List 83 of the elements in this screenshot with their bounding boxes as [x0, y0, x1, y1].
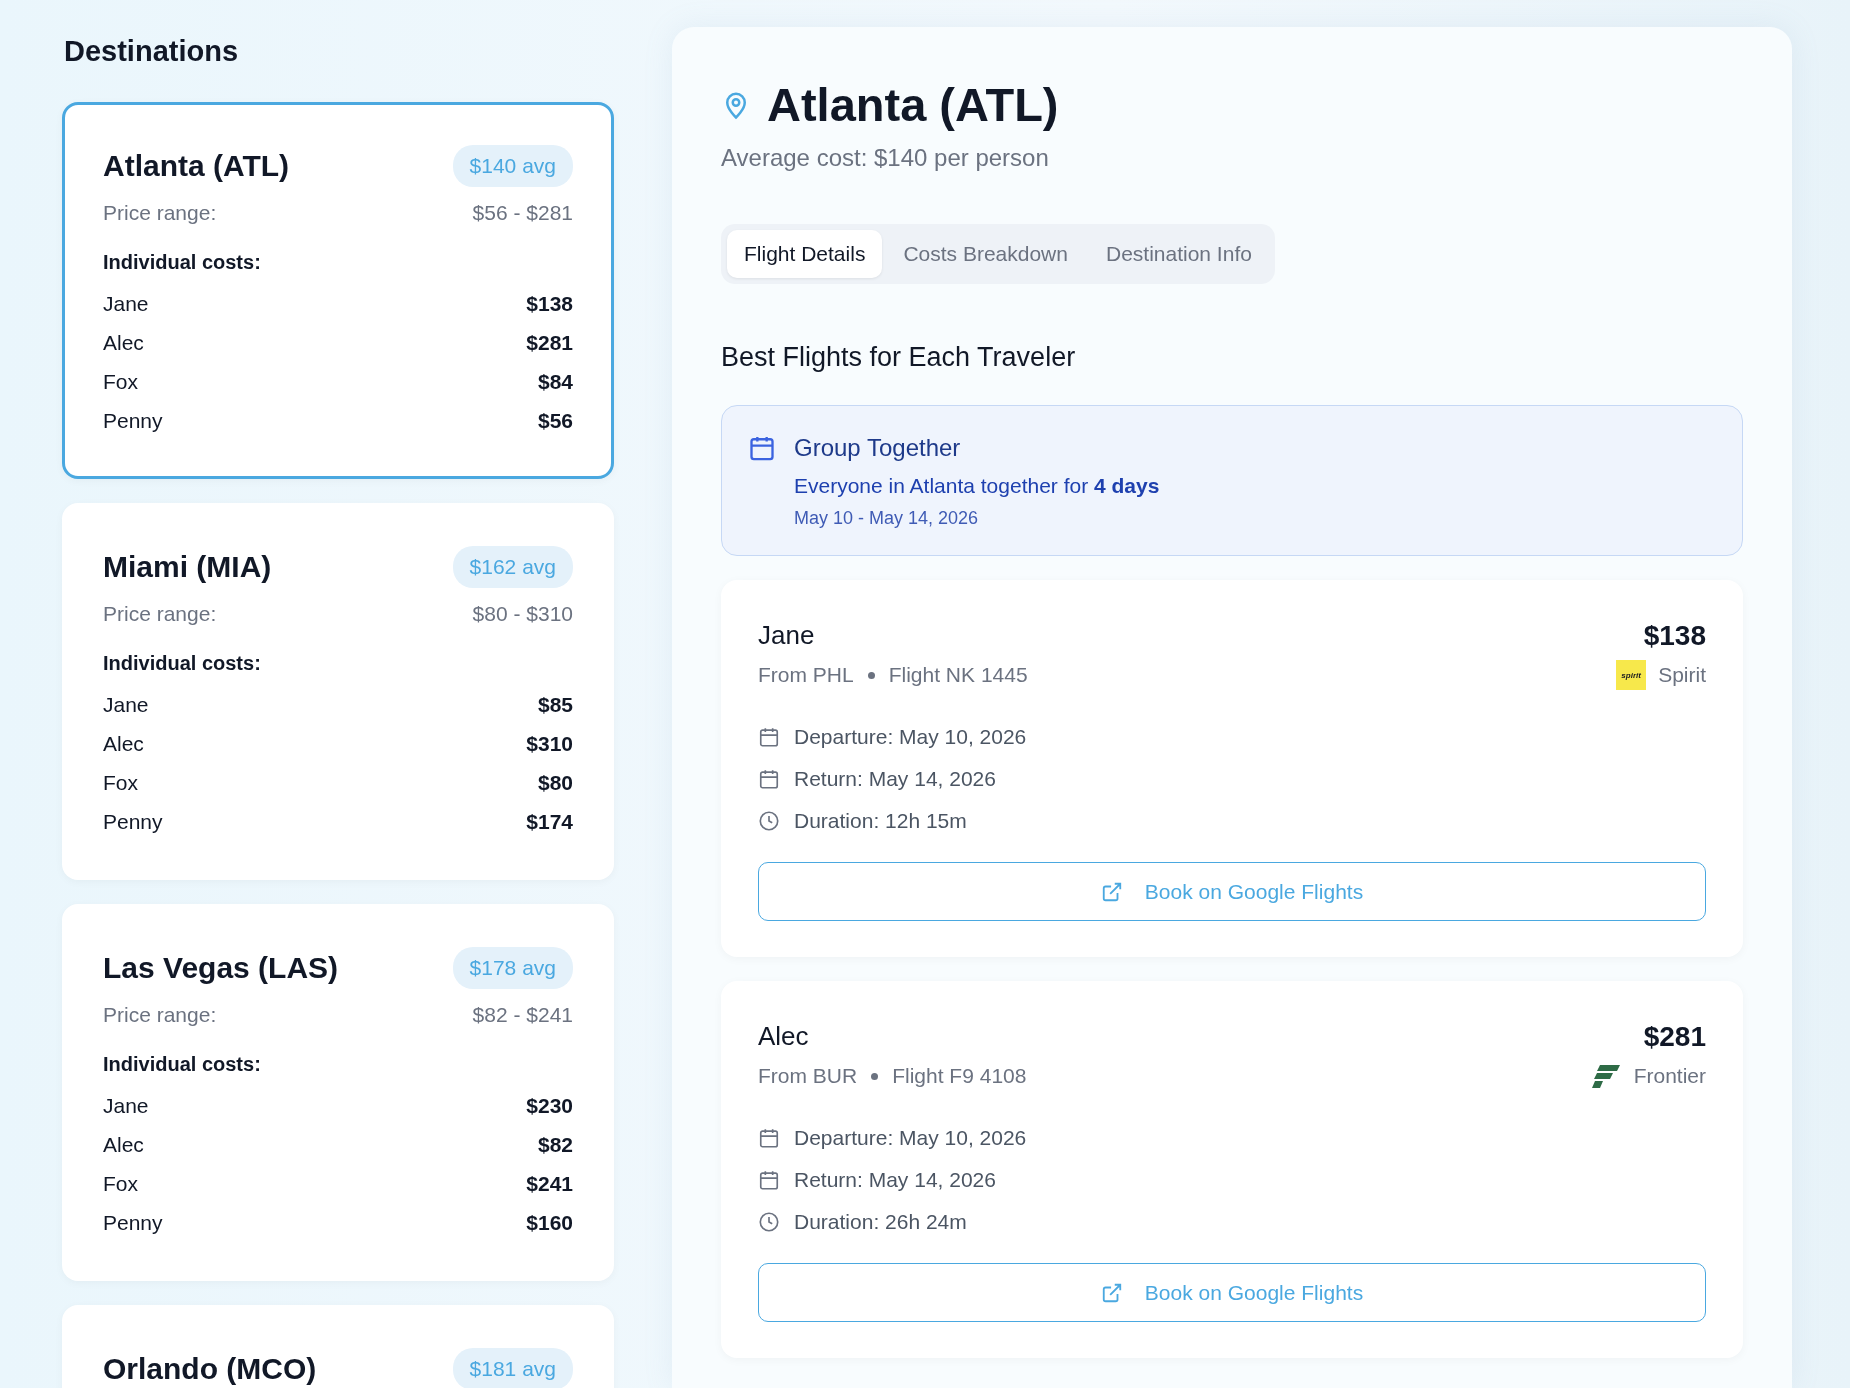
separator-dot-icon	[867, 671, 875, 679]
external-link-icon	[1100, 1281, 1123, 1304]
calendar-icon	[758, 726, 780, 748]
traveler-cost: $230	[526, 1093, 573, 1118]
traveler-cost: $138	[526, 291, 573, 316]
flight-number: Flight NK 1445	[888, 663, 1028, 687]
calendar-icon	[758, 1169, 780, 1191]
traveler-name: Alec	[103, 1132, 144, 1157]
section-title: Best Flights for Each Traveler	[721, 342, 1077, 373]
traveler-name: Alec	[103, 330, 144, 355]
return-date: Return: May 14, 2026	[794, 1168, 996, 1192]
traveler-name: Alec	[103, 731, 144, 756]
departure-date: Departure: May 10, 2026	[794, 1126, 1027, 1150]
calendar-icon	[758, 768, 780, 790]
traveler-name: Penny	[103, 809, 163, 834]
destination-name: Miami (MIA)	[103, 550, 272, 584]
traveler-cost: $174	[526, 809, 573, 834]
traveler-name: Fox	[103, 369, 138, 394]
traveler-name: Jane	[103, 1093, 149, 1118]
airline-logo: spirit	[1616, 660, 1647, 690]
origin-text: From PHL	[758, 663, 854, 687]
price-range-value: $82 - $241	[472, 1003, 573, 1027]
traveler-name: Fox	[103, 1171, 138, 1196]
traveler-name: Jane	[758, 620, 816, 651]
calendar-icon	[758, 1127, 780, 1149]
flight-price: $281	[1643, 1021, 1706, 1053]
tab[interactable]: Costs Breakdown	[886, 230, 1085, 278]
traveler-cost: $241	[526, 1171, 573, 1196]
price-range-label: Price range:	[103, 201, 217, 225]
flight-duration: Duration: 12h 15m	[794, 809, 967, 833]
clock-icon	[758, 810, 780, 832]
traveler-name: Jane	[103, 291, 149, 316]
traveler-cost: $310	[526, 731, 573, 756]
destination-card[interactable]: Orlando (MCO) $181 avg	[62, 1305, 614, 1388]
sidebar-title: Destinations	[64, 35, 240, 68]
destination-name: Atlanta (ATL)	[103, 149, 290, 183]
traveler-cost: $85	[537, 692, 573, 717]
tab[interactable]: Flight Details	[727, 230, 883, 278]
traveler-cost: $82	[537, 1132, 573, 1157]
destination-name: Orlando (MCO)	[103, 1352, 317, 1386]
traveler-name: Alec	[758, 1021, 810, 1052]
price-range-label: Price range:	[103, 1003, 217, 1027]
traveler-name: Penny	[103, 1210, 163, 1235]
airline-name: Frontier	[1633, 1064, 1706, 1088]
individual-costs-label: Individual costs:	[103, 1053, 262, 1076]
traveler-name: Penny	[103, 408, 163, 433]
destination-card[interactable]: Miami (MIA) $162 avg Price range: $80 - $310 Individual costs: Jane $85 Alec $310 Fox $80 Penny $174	[62, 503, 614, 880]
airline-name: Spirit	[1658, 663, 1706, 687]
tab[interactable]: Destination Info	[1088, 230, 1269, 278]
traveler-name: Jane	[103, 692, 149, 717]
group-dates: May 10 - May 14, 2026	[794, 508, 980, 529]
destination-card[interactable]: Las Vegas (LAS) $178 avg Price range: $82 - $241 Individual costs: Jane $230 Alec $82 Fox $241 Penny $160	[62, 904, 614, 1281]
flight-price: $138	[1643, 620, 1706, 652]
flight-number: Flight F9 4108	[892, 1064, 1027, 1088]
destination-title: Atlanta (ATL)	[767, 77, 1059, 132]
average-price-badge: $181 avg	[452, 1348, 573, 1388]
traveler-name: Fox	[103, 770, 138, 795]
clock-icon	[758, 1211, 780, 1233]
external-link-icon	[1100, 880, 1123, 903]
traveler-cost: $56	[537, 408, 573, 433]
average-price-badge: $178 avg	[452, 947, 573, 989]
departure-date: Departure: May 10, 2026	[794, 725, 1027, 749]
traveler-cost: $160	[526, 1210, 573, 1235]
separator-dot-icon	[871, 1072, 879, 1080]
price-range-value: $56 - $281	[472, 201, 573, 225]
destination-card[interactable]: Atlanta (ATL) $140 avg Price range: $56 - $281 Individual costs: Jane $138 Alec $281 Fox $84 Penny $56	[62, 102, 614, 479]
traveler-cost: $80	[537, 770, 573, 795]
group-description: Everyone in Atlanta together for 4 days	[794, 474, 1160, 498]
average-price-badge: $162 avg	[452, 546, 573, 588]
individual-costs-label: Individual costs:	[103, 652, 262, 675]
flight-duration: Duration: 26h 24m	[794, 1210, 967, 1234]
average-price-badge: $140 avg	[452, 145, 573, 187]
traveler-cost: $84	[537, 369, 573, 394]
destination-name: Las Vegas (LAS)	[103, 951, 339, 985]
group-title: Group Together	[794, 434, 962, 462]
origin-text: From BUR	[758, 1064, 858, 1088]
return-date: Return: May 14, 2026	[794, 767, 996, 791]
traveler-cost: $281	[526, 330, 573, 355]
calendar-icon	[748, 434, 776, 462]
price-range-value: $80 - $310	[472, 602, 573, 626]
average-cost-text: Average cost: $140 per person	[721, 144, 1050, 172]
individual-costs-label: Individual costs:	[103, 251, 262, 274]
price-range-label: Price range:	[103, 602, 217, 626]
